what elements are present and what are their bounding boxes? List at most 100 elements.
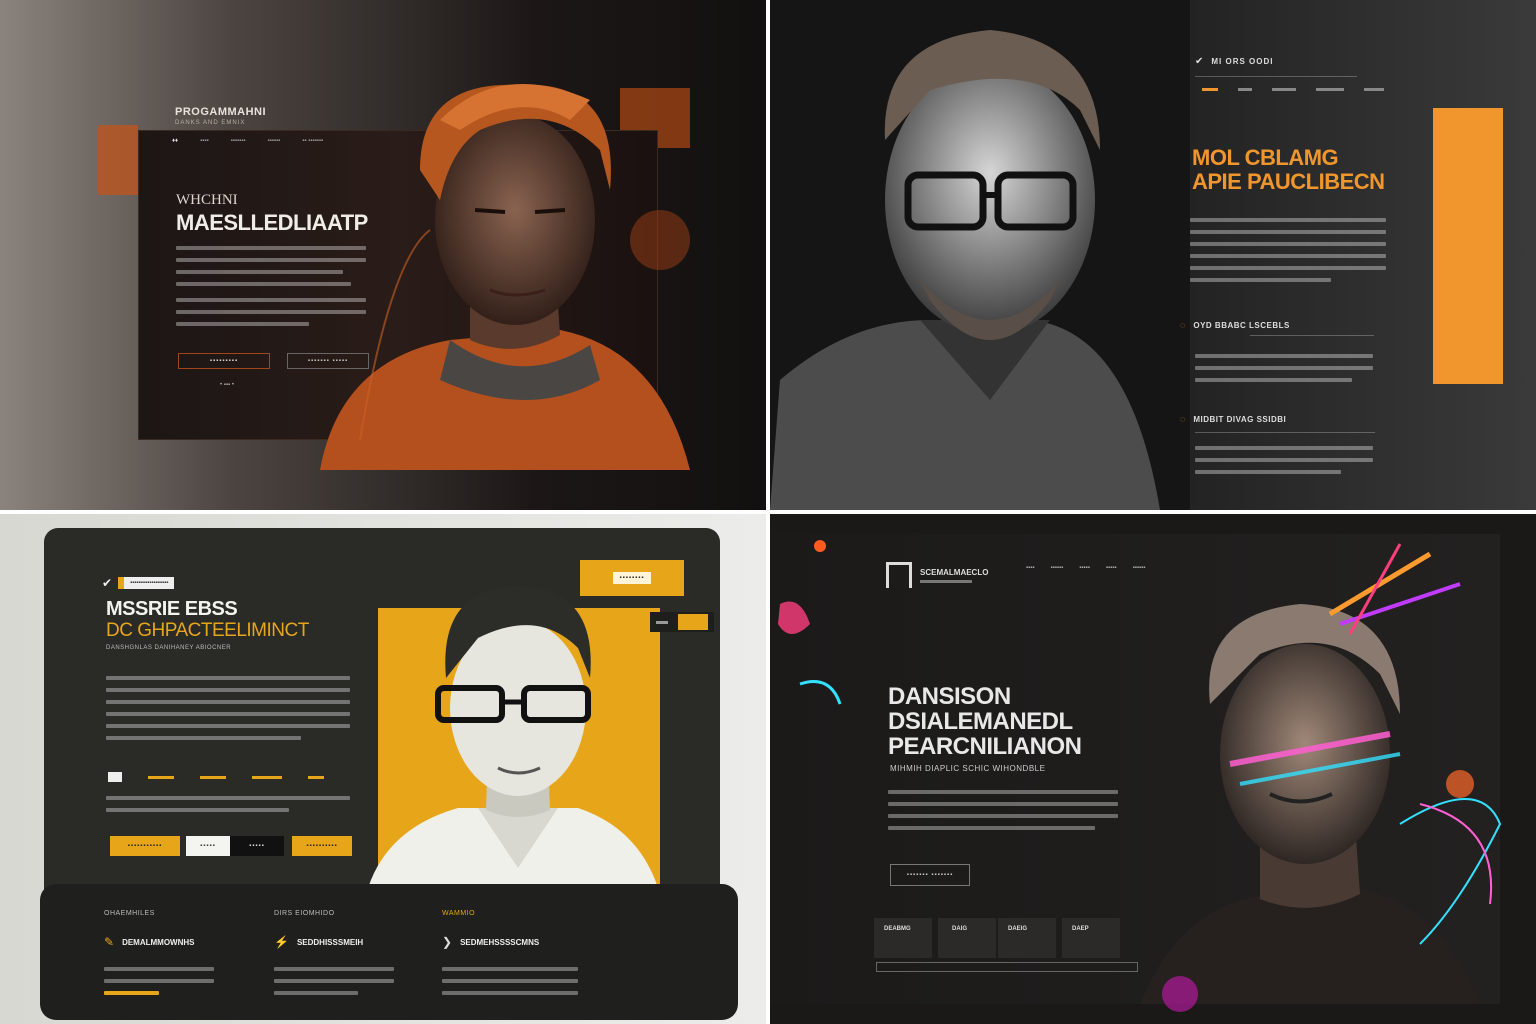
hero-headline-line1: MSSRIE EBSS [106,598,238,620]
stat-card[interactable]: DAIG [938,918,996,958]
hero-subline: MIHMIH DIAPLIC SCHIC WIHONDBLE [890,764,1046,773]
nav-item[interactable]: ▪▪▪▪ [1026,565,1035,571]
link[interactable] [308,775,324,779]
feature-body [104,967,214,995]
pencil-icon: ✎ [104,935,115,949]
cta-button[interactable]: ▪▪▪▪▪▪▪ ▪▪▪▪▪▪▪ [890,864,970,886]
feature-column-2: DIRS EIOMHIDO ⚡ SEDDHISSSMEIH [274,910,442,1003]
mockup-neon-portfolio: SCEMALMAECLO ▪▪▪▪ ▪▪▪▪▪▪ ▪▪▪▪▪ ▪▪▪▪▪ ▪▪▪… [770,514,1536,1024]
orange-ornament [98,125,138,195]
feature-heading: SEDMEHSSSSCMNS [460,937,540,947]
stat-label: DEABMG [884,926,911,932]
nav-item[interactable]: ▪▪▪▪▪ [1079,565,1090,571]
primary-button[interactable]: ▪▪▪▪▪▪▪▪▪ [178,353,270,369]
hero-body-text [1190,218,1386,290]
link-icon[interactable] [108,772,122,782]
section-heading-2: ◌ MIDBIT DIVAG SSIDBI [1180,414,1286,424]
nav-item[interactable]: ▪▪▪▪ [200,138,209,144]
hero-headline-line3: PEARCNILIANON [888,733,1082,760]
tab-active[interactable] [1202,88,1218,91]
logo-text: SCEMALMAECLO [920,567,989,577]
accent-strip [1433,108,1503,384]
lightning-icon: ⚡ [274,935,289,949]
nav-item[interactable]: ▪▪▪▪▪▪▪ [231,138,246,144]
feature-title: DIRS EIOMHIDO [274,910,335,917]
nav-item[interactable]: ▪▪▪▪▪▪ [1051,565,1064,571]
brand: SCEMALMAECLO [886,562,988,588]
feature-head: ✎ DEMALMMOWNHS [104,935,274,949]
mockup-glasses-portfolio: ✔ MI ORS OODI MOL CBLAMG APIE PAUCLIBECN… [770,0,1536,510]
feature-title: WAMMIO [442,910,476,917]
button-light[interactable]: ▪▪▪▪▪ [186,836,230,856]
features-section: OHAEMHILES ✎ DEMALMMOWNHS DIRS EIOMHIDO … [104,910,612,1003]
link-row [108,772,324,782]
hero-headline-line2: APIE PAUCLIBECN [1192,169,1385,194]
hero-body-text-2 [106,796,350,820]
hero-headline-line1: MOL CBLAMG [1192,145,1339,170]
section-divider [1250,335,1374,336]
illustrated-portrait [368,586,658,888]
tab[interactable] [1316,88,1344,91]
pager[interactable]: • ▪▪▪ • [220,382,234,388]
nav-item[interactable]: ▪▪▪▪▪▪ [268,138,281,144]
neon-portrait [1140,543,1502,1012]
feature-heading: DEMALMMOWNHS [122,937,195,947]
tab[interactable] [1364,88,1384,91]
portrait-photo [770,0,1190,510]
feature-column-3: WAMMIO ❯ SEDMEHSSSSCMNS [442,910,612,1003]
link[interactable] [200,775,226,779]
stat-label: DAIG [952,926,967,932]
button-primary[interactable]: ▪▪▪▪▪▪▪▪▪▪▪ [110,836,180,856]
section-heading-1: ◌ OYD BBABC LSCEBLS [1180,320,1290,330]
feature-head: ❯ SEDMEHSSSSCMNS [442,935,612,949]
tab[interactable] [1272,88,1296,91]
hero-headline-line1: DANSISON [888,683,1011,710]
section-icon: ◌ [1180,414,1186,424]
feature-body [442,967,578,995]
nav-item[interactable]: ♦♦ [172,138,178,144]
section-body-2 [1195,446,1373,482]
stat-card[interactable]: DEABMG [874,918,932,958]
hero-headline: MOL CBLAMG APIE PAUCLIBECN [1192,146,1385,194]
stat-label: DAEIG [1008,926,1028,932]
feature-body [274,967,394,995]
hero-kicker: WHCHNI [176,192,238,208]
hero-headline-line2: DC GHPACTEELIMINCT [106,620,309,641]
feature-title: OHAEMHILES [104,910,155,917]
mockup-orange-portfolio: PROGAMMAHNI DANKS AND EMNIX ♦♦ ▪▪▪▪ ▪▪▪▪… [0,0,766,510]
brand-title: PROGAMMAHNI [175,106,267,118]
hero-headline-line2: DSIALEMANEDL [888,708,1073,735]
button-secondary[interactable]: ▪▪▪▪▪▪▪▪▪▪ [292,836,352,856]
feature-heading: SEDDHISSSMEIH [296,937,364,947]
mockup-grid: PROGAMMAHNI DANKS AND EMNIX ♦♦ ▪▪▪▪ ▪▪▪▪… [0,0,1536,1024]
link[interactable] [252,775,282,779]
logo-icon [886,562,912,588]
header-title: MI ORS OODI [1211,57,1274,66]
tab[interactable] [1238,88,1252,91]
feature-head: ⚡ SEDDHISSSMEIH [274,935,442,949]
badge-row: ✔ ▪▪▪▪▪▪▪▪▪▪▪▪▪▪▪▪▪▪ [102,576,175,590]
section-title: OYD BBABC LSCEBLS [1193,320,1290,330]
header-divider [1195,76,1357,77]
logo-tagline [920,579,972,583]
logo-icon: ✔ [1195,56,1204,67]
hero-subline: DANSHGNLAS DANIHANEY ABIOCNER [106,645,232,651]
tab-bar [1202,88,1384,91]
link[interactable] [148,775,174,779]
chevron-icon: ❯ [442,935,453,949]
header-bar: ✔ MI ORS OODI [1195,56,1274,67]
check-icon: ✔ [102,576,113,590]
brand: PROGAMMAHNI DANKS AND EMNIX [175,106,266,126]
section-icon: ◌ [1180,320,1186,330]
progress-track [876,962,1138,972]
portrait-illustration [320,84,690,470]
badge: ▪▪▪▪▪▪▪▪▪▪▪▪▪▪▪▪▪▪ [118,577,175,589]
brand-subtitle: DANKS AND EMNIX [175,120,246,126]
button-dark[interactable]: ▪▪▪▪▪ [230,836,284,856]
hero-headline: DANSISON DSIALEMANEDL PEARCNILIANON [888,684,1082,759]
feature-column-1: OHAEMHILES ✎ DEMALMMOWNHS [104,910,274,1003]
stat-card[interactable]: DAEIG [998,918,1056,958]
toolbar-button[interactable] [678,614,708,630]
section-body-1 [1195,354,1373,390]
mockup-yellow-portfolio: ✔ ▪▪▪▪▪▪▪▪▪▪▪▪▪▪▪▪▪▪ ▪▪▪▪▪▪▪▪ MSSRIE EBS… [0,514,766,1024]
